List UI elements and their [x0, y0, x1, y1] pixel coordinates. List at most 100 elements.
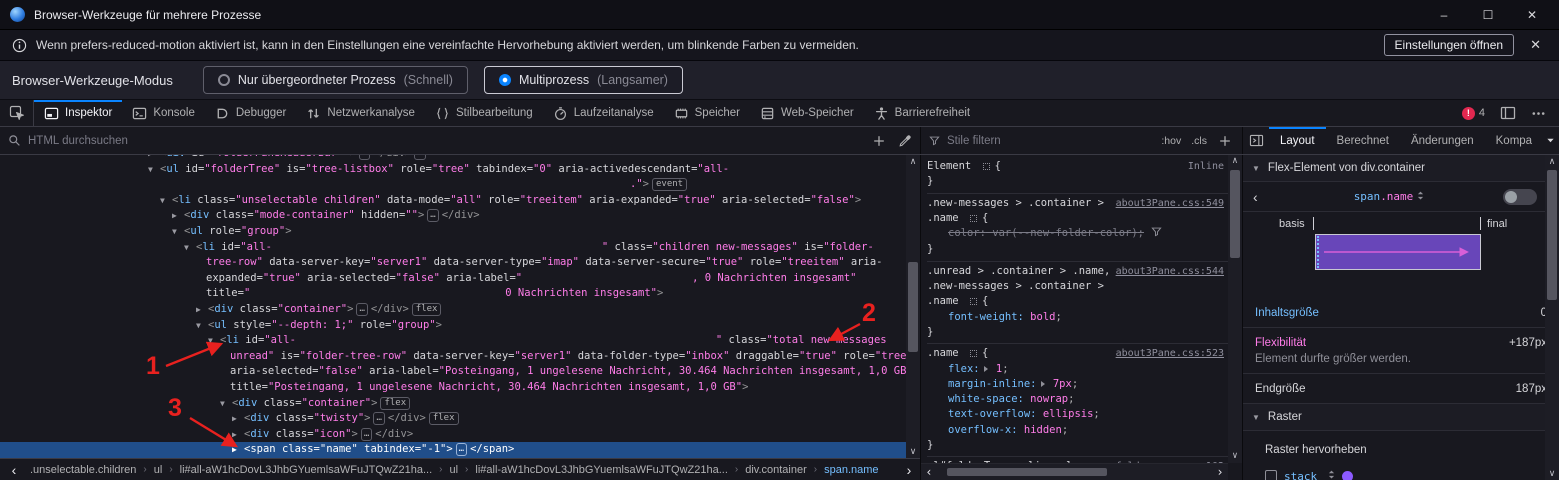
- scrollbar-thumb[interactable]: [908, 262, 918, 352]
- scroll-down-icon[interactable]: ∨: [1545, 467, 1559, 480]
- twisty-icon[interactable]: ▶: [232, 427, 244, 443]
- twisty-icon[interactable]: ▼: [196, 318, 208, 334]
- markup-line[interactable]: ▼<ul id="folderTree" is="tree-listbox" r…: [0, 162, 906, 178]
- rules-horizontal-scrollbar[interactable]: ‹ ›: [921, 463, 1228, 480]
- flex-item-selector[interactable]: span.name: [1275, 190, 1503, 204]
- tab-netzwerkanalyse[interactable]: Netzwerkanalyse: [296, 100, 425, 126]
- rules-scrollbar[interactable]: ∧ ∨: [1228, 155, 1242, 463]
- tab-stilbearbeitung[interactable]: Stilbearbeitung: [425, 100, 543, 126]
- markup-line[interactable]: title="Posteingang, 1 ungelesene Nachric…: [0, 380, 906, 396]
- css-declaration[interactable]: white-space: nowrap;: [927, 392, 1228, 407]
- breadcrumb-item[interactable]: span.name: [822, 464, 880, 476]
- twisty-icon[interactable]: ▼: [220, 396, 232, 412]
- collapsed-content-badge[interactable]: …: [356, 303, 367, 316]
- layout-scrollbar[interactable]: ∧ ∨: [1545, 155, 1559, 480]
- close-button[interactable]: ✕: [1525, 8, 1539, 22]
- flex-back-button[interactable]: ‹: [1253, 189, 1275, 205]
- flex-badge[interactable]: flex: [380, 397, 410, 410]
- rule-selector[interactable]: Element {Inline: [927, 159, 1228, 174]
- markup-line[interactable]: ▼<li id="all-" class="total new-messages: [0, 333, 906, 349]
- selector-highlighter-icon[interactable]: [970, 215, 977, 222]
- flex-highlight-toggle[interactable]: [1503, 189, 1537, 205]
- markup-line[interactable]: ▶<span class="name" tabindex="-1">…</spa…: [0, 442, 906, 458]
- scroll-down-icon[interactable]: ∨: [906, 445, 920, 458]
- markup-line[interactable]: tree-row" data-server-key="server1" data…: [0, 255, 906, 271]
- twisty-icon[interactable]: ▼: [208, 333, 220, 349]
- tab-debugger[interactable]: Debugger: [205, 100, 297, 126]
- scroll-up-icon[interactable]: ∧: [1228, 155, 1242, 168]
- markup-scrollbar[interactable]: ∧ ∨: [906, 155, 920, 458]
- collapsed-content-badge[interactable]: …: [359, 155, 370, 160]
- breadcrumb-item[interactable]: li#all-aW1hcDovL3JhbGYuemlsaWFuJTQwZ21ha…: [473, 464, 729, 476]
- markup-line[interactable]: .">event: [0, 177, 906, 193]
- meatball-menu-icon[interactable]: [1525, 100, 1551, 126]
- markup-line[interactable]: ▶<div id="folderPaneHeaderBar" >…</div>…: [0, 155, 906, 162]
- grid-checkbox[interactable]: [1265, 470, 1277, 480]
- markup-line[interactable]: aria-selected="false" aria-label="Postei…: [0, 364, 906, 380]
- twisty-icon[interactable]: ▶: [196, 302, 208, 318]
- breadcrumb-back-button[interactable]: ‹: [0, 462, 28, 478]
- mode-option-multiprocess[interactable]: Multiprozess(Langsamer): [484, 66, 683, 94]
- grid-color-swatch[interactable]: [1342, 471, 1353, 480]
- twisty-icon[interactable]: ▼: [172, 224, 184, 240]
- twisty-icon[interactable]: ▼: [184, 240, 196, 256]
- event-badge[interactable]: event: [652, 178, 687, 191]
- tab-laufzeitanalyse[interactable]: Laufzeitanalyse: [543, 100, 664, 126]
- twisty-icon[interactable]: ▶: [232, 442, 244, 458]
- rule-selector[interactable]: .new-messages > .container >about3Pane.c…: [927, 196, 1228, 211]
- stylesheet-link[interactable]: about3Pane.css:549: [1116, 196, 1224, 211]
- scrollbar-thumb[interactable]: [1547, 170, 1557, 300]
- twisty-icon[interactable]: ▶: [148, 155, 160, 162]
- tab-speicher[interactable]: Speicher: [664, 100, 750, 126]
- tab-konsole[interactable]: Konsole: [122, 100, 205, 126]
- breadcrumb-item[interactable]: ul: [152, 464, 165, 476]
- sidebar-tab-änderungen[interactable]: Änderungen: [1400, 127, 1485, 154]
- class-toggle[interactable]: .cls: [1186, 135, 1212, 147]
- style-filter-input[interactable]: [947, 135, 1156, 147]
- markup-line[interactable]: ▶<div class="container">…</div>flex: [0, 302, 906, 318]
- stylesheet-link[interactable]: about3Pane.css:544: [1116, 264, 1224, 279]
- mode-option-parent-only[interactable]: Nur übergeordneter Prozess(Schnell): [203, 66, 468, 94]
- twisty-icon[interactable]: ▶: [172, 208, 184, 224]
- flex-section-header[interactable]: ▼ Flex-Element von div.container: [1243, 155, 1559, 182]
- css-declaration[interactable]: margin-inline: 7px;: [927, 377, 1228, 392]
- element-picker-button[interactable]: [0, 100, 34, 126]
- grid-item-label[interactable]: stack: [1284, 470, 1317, 480]
- breadcrumb-item[interactable]: .unselectable.children: [28, 464, 138, 476]
- collapsed-content-badge[interactable]: …: [414, 155, 425, 160]
- markup-line[interactable]: ▼<li class="unselectable children" data-…: [0, 193, 906, 209]
- breadcrumb-item[interactable]: ul: [447, 464, 460, 476]
- flex-badge[interactable]: flex: [412, 303, 442, 316]
- sidebar-tab-kompa[interactable]: Kompa: [1485, 127, 1537, 154]
- rule-selector[interactable]: .name {: [927, 211, 1228, 226]
- flex-badge[interactable]: flex: [429, 412, 459, 425]
- css-declaration[interactable]: color: var(--new-folder-color);: [927, 226, 1228, 242]
- minimize-button[interactable]: –: [1437, 8, 1451, 22]
- breadcrumb-item[interactable]: li#all-aW1hcDovL3JhbGYuemlsaWFuJTQwZ21ha…: [178, 464, 434, 476]
- tab-inspektor[interactable]: Inspektor: [34, 100, 122, 126]
- scroll-down-icon[interactable]: ∨: [1228, 450, 1242, 463]
- collapsed-content-badge[interactable]: …: [373, 412, 384, 425]
- pseudo-class-toggle[interactable]: :hov: [1156, 135, 1186, 147]
- markup-line[interactable]: ▼<ul role="group">: [0, 224, 906, 240]
- search-input[interactable]: [28, 135, 866, 147]
- error-count-badge[interactable]: ! 4: [1462, 107, 1485, 120]
- css-declaration[interactable]: overflow-x: hidden;: [927, 423, 1228, 438]
- markup-line[interactable]: title="0 Nachrichten insgesamt">: [0, 286, 906, 302]
- maximize-button[interactable]: ☐: [1481, 8, 1495, 22]
- markup-line[interactable]: unread" is="folder-tree-row" data-server…: [0, 349, 906, 365]
- css-declaration[interactable]: text-overflow: ellipsis;: [927, 407, 1228, 422]
- breadcrumb-item[interactable]: div.container: [743, 464, 809, 476]
- sidebar-tab-berechnet[interactable]: Berechnet: [1326, 127, 1400, 154]
- collapsed-content-badge[interactable]: …: [456, 443, 467, 456]
- grid-section-header[interactable]: ▼ Raster: [1243, 404, 1559, 431]
- markup-line[interactable]: ▶<div class="mode-container" hidden="">……: [0, 208, 906, 224]
- add-node-button[interactable]: [866, 127, 892, 154]
- twisty-icon[interactable]: ▼: [148, 162, 160, 178]
- markup-line[interactable]: ▶<div class="icon">…</div>: [0, 427, 906, 443]
- expander-icon[interactable]: [1041, 381, 1045, 387]
- eyedropper-icon[interactable]: [892, 127, 918, 154]
- rule-selector[interactable]: .new-messages > .container >: [927, 279, 1228, 294]
- markup-line[interactable]: ▶<div class="twisty">…</div>flex: [0, 411, 906, 427]
- selector-highlighter-icon[interactable]: [970, 350, 977, 357]
